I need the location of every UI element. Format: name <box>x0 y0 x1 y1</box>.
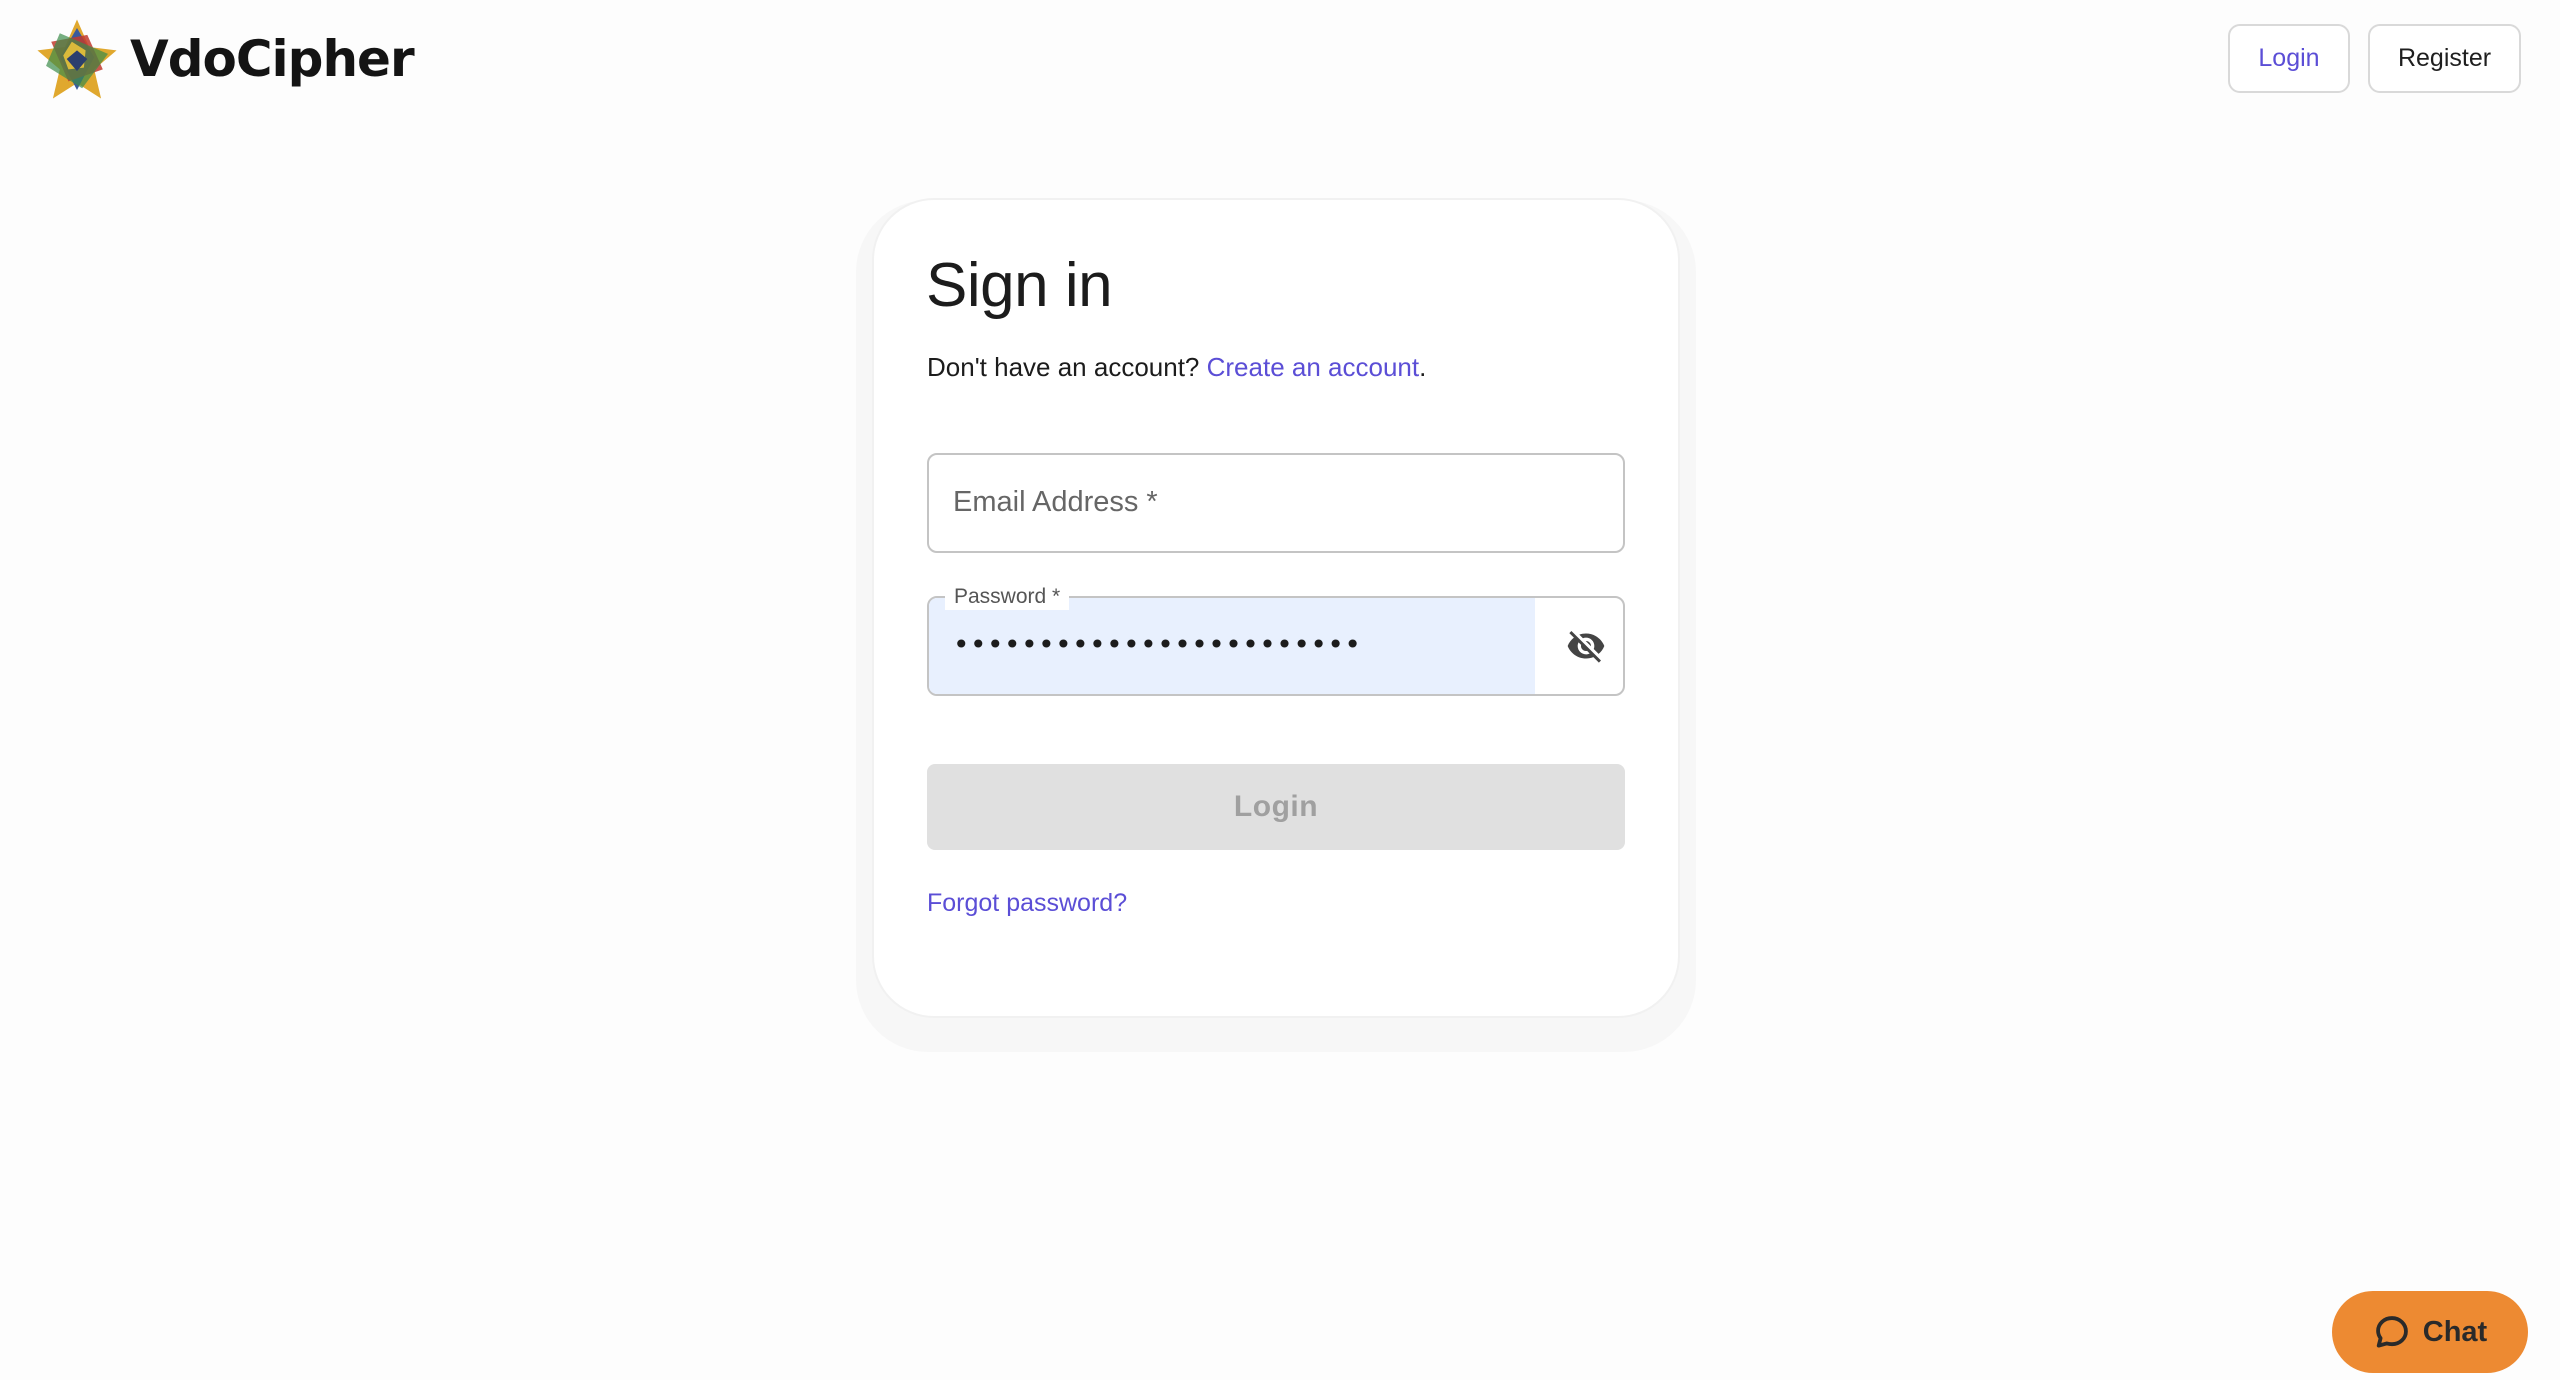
signup-prompt-text: Don't have an account? <box>927 352 1200 382</box>
page-title: Sign in <box>926 251 1113 320</box>
header-login-button[interactable]: Login <box>2228 24 2350 93</box>
password-value: •••••••••••••••••••••••• <box>953 628 1362 661</box>
signup-prompt: Don't have an account? Create an account… <box>927 352 1426 383</box>
brand-name: VdoCipher <box>130 30 415 88</box>
email-placeholder: Email Address * <box>953 486 1158 518</box>
forgot-password-link[interactable]: Forgot password? <box>927 889 1127 918</box>
header-register-button[interactable]: Register <box>2368 24 2521 93</box>
password-field[interactable]: Password * •••••••••••••••••••••••• <box>927 584 1625 696</box>
password-label: Password * <box>945 584 1070 610</box>
eye-off-icon[interactable] <box>1565 626 1607 666</box>
top-header: VdoCipher Login Register <box>0 0 2560 120</box>
chat-bubble-icon <box>2375 1316 2408 1348</box>
brand[interactable]: VdoCipher <box>34 16 415 102</box>
chat-label: Chat <box>2422 1315 2488 1348</box>
chat-button[interactable]: Chat <box>2332 1291 2528 1373</box>
login-button[interactable]: Login <box>927 764 1625 850</box>
create-account-link[interactable]: Create an account <box>1207 352 1419 382</box>
email-field[interactable]: Email Address * <box>927 453 1625 553</box>
signup-prompt-period: . <box>1419 352 1427 382</box>
vdocipher-logo-icon <box>37 19 117 99</box>
